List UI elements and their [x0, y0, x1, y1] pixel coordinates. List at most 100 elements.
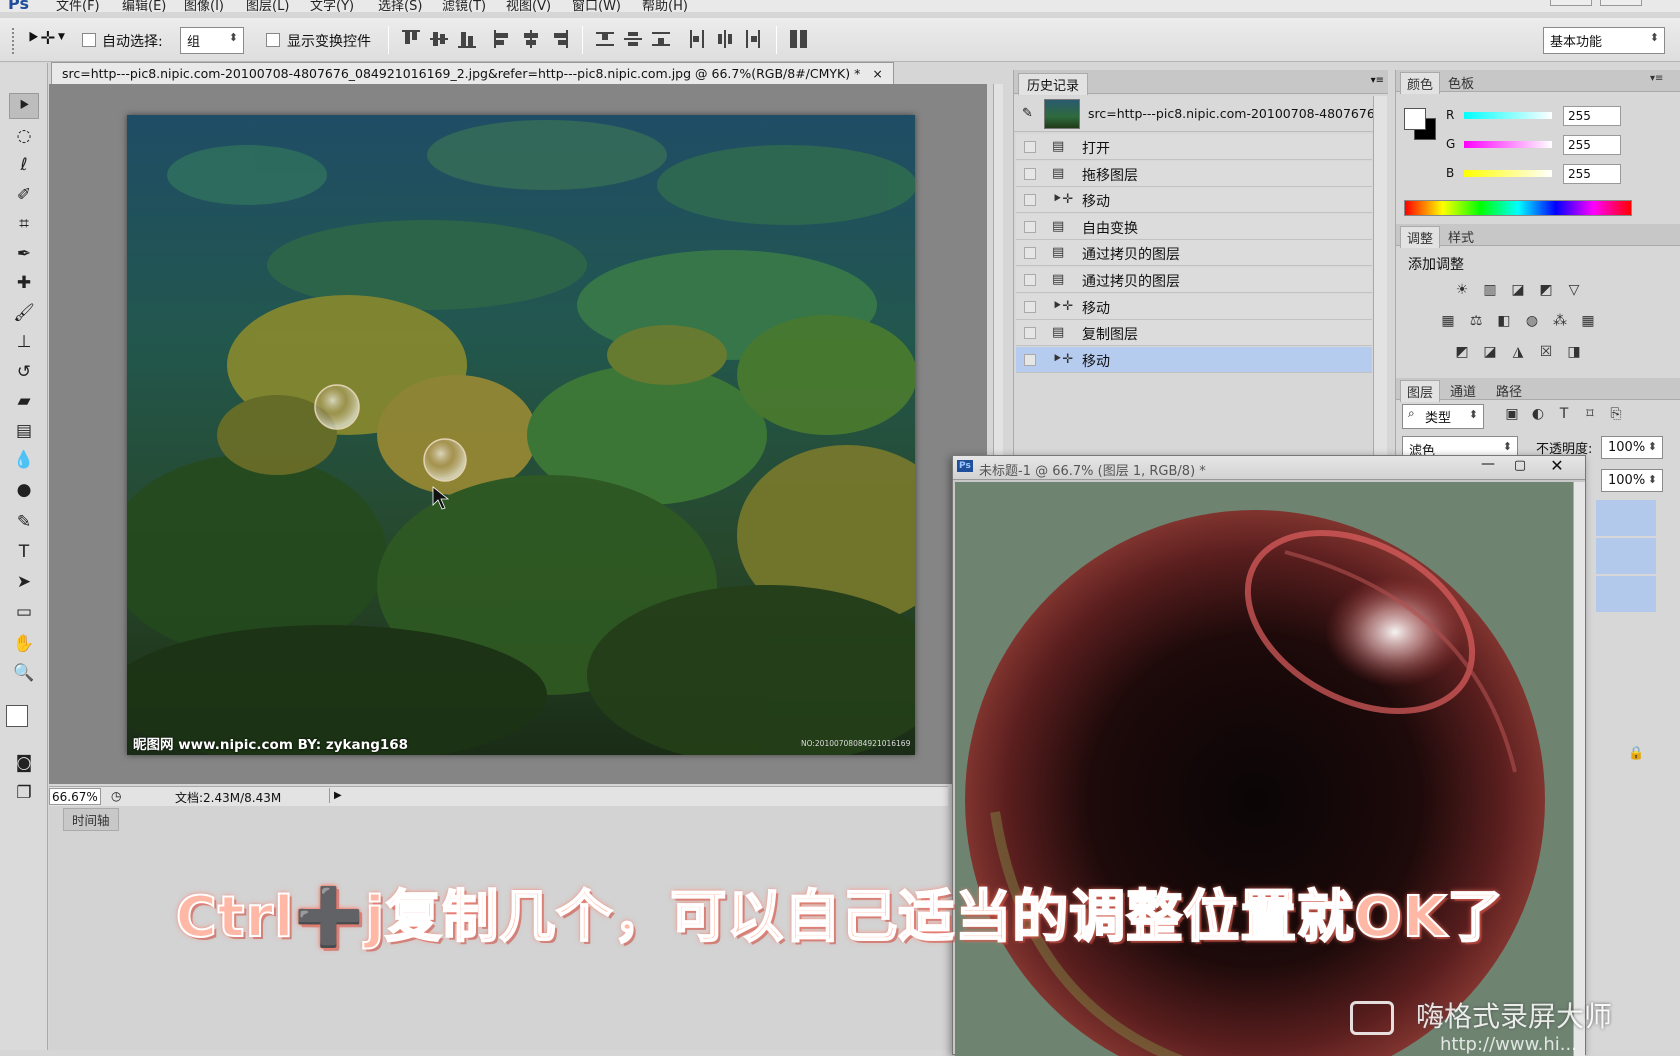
align-hcenter-icon[interactable] — [522, 30, 540, 48]
filter-shape-icon[interactable]: ⌑ — [1580, 406, 1600, 424]
levels-icon[interactable]: ▥ — [1480, 282, 1500, 300]
foreground-swatch[interactable] — [1404, 108, 1426, 130]
distribute-left-icon[interactable] — [688, 30, 706, 48]
menu-window[interactable]: 窗口(W) — [572, 0, 621, 12]
b-slider[interactable] — [1464, 170, 1552, 177]
distribute-bottom-icon[interactable] — [652, 30, 670, 48]
vibrance-icon[interactable]: ▽ — [1564, 282, 1584, 300]
history-source-checkbox[interactable] — [1024, 194, 1036, 207]
window-restore-icon[interactable]: ▢ — [1505, 458, 1535, 478]
align-vcenter-icon[interactable] — [430, 30, 448, 48]
b-value[interactable]: 255 — [1563, 164, 1621, 184]
history-source-checkbox[interactable] — [1024, 247, 1036, 260]
align-left-icon[interactable] — [494, 30, 512, 48]
history-source-checkbox[interactable] — [1024, 327, 1036, 340]
hand-tool-icon[interactable]: ✋ — [9, 631, 39, 657]
history-source-checkbox[interactable] — [1024, 220, 1036, 233]
auto-align-icon[interactable] — [790, 30, 808, 48]
history-brush-source-icon[interactable]: ✎ — [1022, 106, 1033, 121]
clock-icon[interactable]: ◷ — [111, 789, 121, 803]
path-select-tool-icon[interactable]: ➤ — [9, 569, 39, 595]
layer-row-selected[interactable] — [1596, 576, 1656, 612]
history-item[interactable]: ▤ 通过拷贝的图层 — [1016, 240, 1372, 267]
tab-history[interactable]: 历史记录 — [1018, 73, 1089, 95]
workspace-dropdown[interactable]: 基本功能 — [1543, 27, 1665, 54]
crop-tool-icon[interactable]: ⌗ — [9, 211, 39, 237]
menu-edit[interactable]: 编辑(E) — [122, 0, 166, 12]
menu-type[interactable]: 文字(Y) — [310, 0, 354, 12]
brightness-icon[interactable]: ☀ — [1452, 282, 1472, 300]
minimize-button[interactable] — [1550, 0, 1592, 6]
panel-menu-icon[interactable]: ▾≡ — [1644, 72, 1669, 85]
opacity-field[interactable]: 100% — [1601, 436, 1663, 459]
type-tool-icon[interactable]: T — [9, 539, 39, 565]
align-right-icon[interactable] — [550, 30, 568, 48]
history-snapshot[interactable]: ✎ src=http---pic8.nipic.com-20100708-480… — [1014, 96, 1387, 132]
menu-filter[interactable]: 滤镜(T) — [442, 0, 486, 12]
history-source-checkbox[interactable] — [1024, 300, 1036, 313]
history-item[interactable]: ⯈✛ 移动 — [1016, 346, 1372, 373]
document-tab[interactable]: src=http---pic8.nipic.com-20100708-48076… — [51, 62, 894, 84]
history-scrollbar[interactable] — [1373, 96, 1387, 484]
hue-saturation-icon[interactable]: ▦ — [1438, 313, 1458, 331]
r-slider[interactable] — [1464, 112, 1552, 119]
foreground-color-swatch[interactable] — [6, 705, 28, 727]
filter-pixel-icon[interactable]: ▣ — [1502, 406, 1522, 424]
r-value[interactable]: 255 — [1563, 106, 1621, 126]
g-slider[interactable] — [1464, 141, 1552, 148]
menu-file[interactable]: 文件(F) — [56, 0, 100, 12]
tab-paths[interactable]: 路径 — [1490, 380, 1528, 401]
chevron-down-icon[interactable]: ▼ — [58, 32, 65, 42]
healing-tool-icon[interactable]: ✚ — [9, 270, 39, 296]
history-item[interactable]: ▤ 自由变换 — [1016, 213, 1372, 240]
channel-mixer-icon[interactable]: ⁂ — [1550, 313, 1570, 331]
g-value[interactable]: 255 — [1563, 135, 1621, 155]
history-source-checkbox[interactable] — [1024, 353, 1036, 366]
distribute-right-icon[interactable] — [744, 30, 762, 48]
maximize-button[interactable] — [1600, 0, 1642, 6]
eyedropper-tool-icon[interactable]: ✒ — [9, 241, 39, 267]
sphere-canvas[interactable] — [955, 482, 1573, 1056]
auto-select-dropdown[interactable]: 组 — [180, 27, 244, 54]
filter-type-icon[interactable]: T — [1554, 406, 1574, 424]
move-tool-icon[interactable]: ⯈✛ — [26, 28, 55, 49]
gradient-tool-icon[interactable]: ▤ — [9, 418, 39, 444]
forest-photo[interactable]: 昵图网 www.nipic.com BY: zykang168 NO:20100… — [127, 115, 915, 755]
marquee-tool-icon[interactable]: ◌ — [9, 123, 39, 149]
filter-smart-icon[interactable]: ⎘ — [1606, 406, 1626, 424]
tab-color[interactable]: 颜色 — [1400, 72, 1441, 94]
history-brush-icon[interactable]: ↺ — [9, 359, 39, 385]
exposure-icon[interactable]: ◩ — [1536, 282, 1556, 300]
history-source-checkbox[interactable] — [1024, 141, 1036, 153]
history-item[interactable]: ⯈✛ 移动 — [1016, 187, 1372, 214]
menu-view[interactable]: 视图(V) — [506, 0, 551, 12]
panel-menu-icon[interactable]: ▾≡ — [1371, 75, 1384, 86]
curves-icon[interactable]: ◪ — [1508, 282, 1528, 300]
tab-adjustments[interactable]: 调整 — [1400, 226, 1441, 248]
screen-mode-icon[interactable]: ❐ — [9, 780, 39, 806]
history-item[interactable]: ▤ 拖移图层 — [1016, 160, 1372, 187]
zoom-field[interactable]: 66.67% — [49, 788, 101, 805]
window-minimize-icon[interactable]: — — [1473, 456, 1503, 476]
move-tool-icon[interactable]: ⯈ — [9, 93, 39, 119]
dodge-tool-icon[interactable]: ● — [9, 477, 39, 503]
color-spectrum[interactable] — [1404, 200, 1632, 216]
eraser-tool-icon[interactable]: ▰ — [9, 388, 39, 414]
tab-timeline[interactable]: 时间轴 — [63, 808, 119, 831]
window-title-bar[interactable]: Ps 未标题-1 @ 66.7% (图层 1, RGB/8) * — ▢ ✕ — [953, 456, 1585, 480]
pen-tool-icon[interactable]: ✎ — [9, 509, 39, 535]
tab-swatches[interactable]: 色板 — [1442, 72, 1480, 93]
window-close-icon[interactable]: ✕ — [1539, 456, 1575, 476]
floating-document-window[interactable]: Ps 未标题-1 @ 66.7% (图层 1, RGB/8) * — ▢ ✕ — [952, 455, 1586, 1056]
quick-mask-icon[interactable]: ◙ — [9, 750, 39, 776]
color-balance-icon[interactable]: ⚖ — [1466, 313, 1486, 331]
rectangle-tool-icon[interactable]: ▭ — [9, 599, 39, 625]
history-item[interactable]: ▤ 通过拷贝的图层 — [1016, 267, 1372, 293]
history-item[interactable]: ⯈✛ 移动 — [1016, 293, 1372, 320]
brush-tool-icon[interactable]: 🖌 — [9, 300, 39, 326]
status-menu-arrow-icon[interactable]: ▶ — [329, 788, 346, 803]
posterize-icon[interactable]: ◪ — [1480, 344, 1500, 362]
distribute-vcenter-icon[interactable] — [624, 30, 642, 48]
history-item[interactable]: ▤ 复制图层 — [1016, 320, 1372, 347]
fill-field[interactable]: 100% — [1601, 469, 1663, 492]
